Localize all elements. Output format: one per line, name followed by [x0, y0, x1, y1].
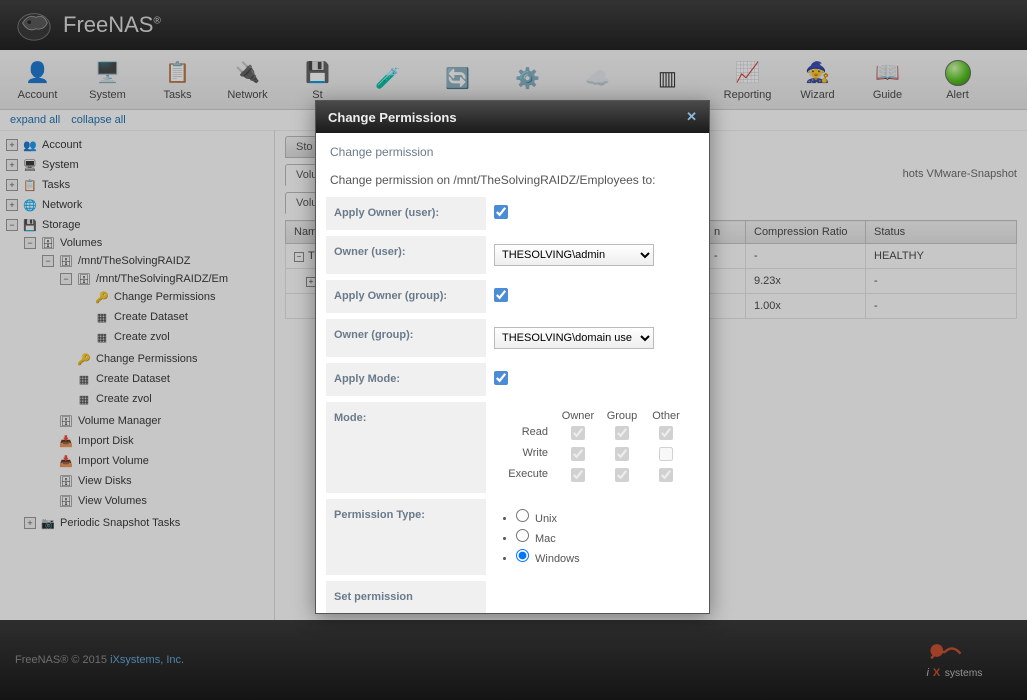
dialog-titlebar[interactable]: Change Permissions ✕	[316, 101, 709, 133]
mode-write-other[interactable]	[659, 447, 673, 461]
change-permissions-dialog: Change Permissions ✕ Change permission C…	[315, 100, 710, 614]
owner-user-select[interactable]: THESOLVING\admin	[494, 244, 654, 266]
mode-read-owner[interactable]	[571, 426, 585, 440]
apply-mode-checkbox[interactable]	[494, 371, 508, 385]
mode-exec-group[interactable]	[615, 468, 629, 482]
mode-grid: Owner Group Other Read Write Execute	[494, 410, 691, 485]
mode-read-other[interactable]	[659, 426, 673, 440]
label-permission-type: Permission Type:	[326, 499, 486, 581]
perm-type-unix[interactable]	[516, 509, 529, 522]
dialog-heading: Change permission	[326, 145, 699, 159]
mode-read-group[interactable]	[615, 426, 629, 440]
label-apply-owner-group: Apply Owner (group):	[326, 280, 486, 319]
label-mode: Mode:	[326, 402, 486, 499]
perm-type-windows[interactable]	[516, 549, 529, 562]
label-set-permission: Set permission	[326, 581, 486, 613]
apply-owner-user-checkbox[interactable]	[494, 205, 508, 219]
apply-owner-group-checkbox[interactable]	[494, 288, 508, 302]
perm-type-mac[interactable]	[516, 529, 529, 542]
mode-exec-owner[interactable]	[571, 468, 585, 482]
label-owner-user: Owner (user):	[326, 236, 486, 280]
dialog-title-text: Change Permissions	[328, 110, 457, 125]
dialog-body: Change permission Change permission on /…	[316, 133, 709, 613]
owner-group-select[interactable]: THESOLVING\domain use	[494, 327, 654, 349]
mode-write-group[interactable]	[615, 447, 629, 461]
permission-type-options: Unix Mac Windows	[494, 507, 691, 567]
label-owner-group: Owner (group):	[326, 319, 486, 363]
mode-write-owner[interactable]	[571, 447, 585, 461]
label-apply-mode: Apply Mode:	[326, 363, 486, 402]
permissions-form: Apply Owner (user): Owner (user): THESOL…	[326, 197, 699, 613]
dialog-path: Change permission on /mnt/TheSolvingRAID…	[326, 173, 699, 187]
label-apply-owner-user: Apply Owner (user):	[326, 197, 486, 236]
mode-exec-other[interactable]	[659, 468, 673, 482]
close-icon[interactable]: ✕	[686, 109, 697, 125]
